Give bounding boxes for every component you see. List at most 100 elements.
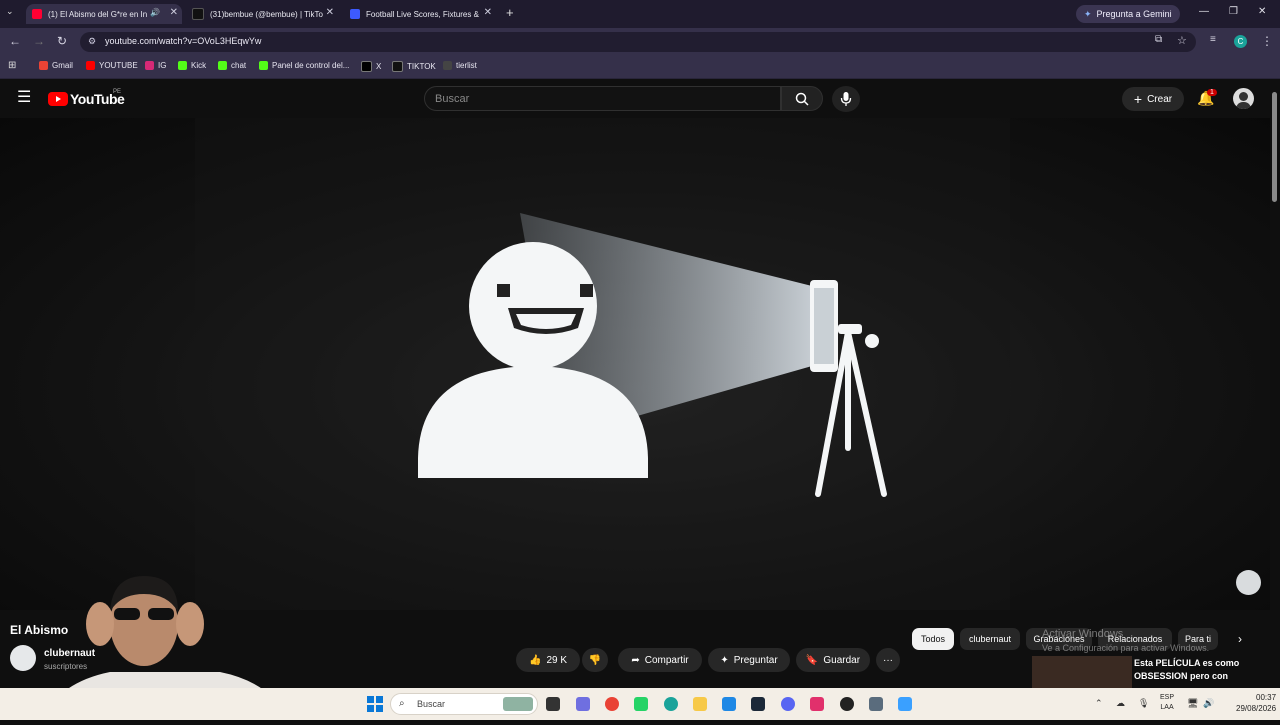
gemini-button[interactable]: ✦ Pregunta a Gemini <box>1076 5 1180 23</box>
ask-button[interactable]: ✦ Preguntar <box>708 648 790 672</box>
site-info-icon[interactable]: ⚙ <box>88 36 96 47</box>
search-icon: ⌕ <box>399 698 405 709</box>
dislike-button[interactable]: 👎 <box>582 648 608 672</box>
tray-chevron-icon[interactable]: ⌃ <box>1095 698 1103 709</box>
speaker-icon[interactable]: 🔊 <box>150 8 160 17</box>
thumbs-down-icon: 👎 <box>588 654 602 666</box>
minimize-button[interactable]: — <box>1199 6 1209 17</box>
apps-grid-icon[interactable]: ⊞ <box>8 60 16 71</box>
tab-tiktok[interactable]: (31)bembue (@bembue) | TikTo ✕ <box>186 4 338 24</box>
bookmark-label: YOUTUBE <box>99 61 138 70</box>
channel-watermark-icon[interactable] <box>1236 570 1261 595</box>
close-icon[interactable]: ✕ <box>484 7 492 18</box>
scrollbar-thumb[interactable] <box>1272 92 1277 202</box>
voice-search-button[interactable] <box>832 86 860 112</box>
taskbar-clock[interactable]: 00:37 29/08/2026 <box>1236 692 1276 714</box>
steam-icon[interactable] <box>751 697 765 711</box>
restore-button[interactable]: ❐ <box>1229 6 1238 17</box>
network-icon[interactable]: 🖥 <box>1187 698 1198 709</box>
instagram-app-icon[interactable] <box>810 697 824 711</box>
keyboard-layout: LAA <box>1160 704 1174 711</box>
g-app-icon[interactable] <box>898 697 912 711</box>
chip-channel[interactable]: clubernaut <box>960 628 1020 650</box>
file-explorer-icon[interactable] <box>693 697 707 711</box>
search-icon <box>795 92 809 106</box>
whatsapp-icon[interactable] <box>634 697 648 711</box>
volume-icon[interactable]: 🔊 <box>1203 698 1214 709</box>
language-code: ESP <box>1160 694 1175 701</box>
tab-football[interactable]: Football Live Scores, Fixtures & ✕ <box>344 4 496 24</box>
bookmark-tiktok[interactable]: TIKTOK <box>392 61 436 72</box>
menu-icon[interactable]: ⋮ <box>1261 34 1273 48</box>
bookmark-label: Panel de control del... <box>272 61 350 70</box>
bookmark-tierlist[interactable]: tierlist <box>443 61 477 70</box>
search-button[interactable] <box>781 86 823 111</box>
tray-mic-icon[interactable]: 🎙 <box>1138 698 1149 709</box>
football-favicon-icon <box>350 9 360 19</box>
new-tab-button[interactable]: + <box>506 5 514 20</box>
close-icon[interactable]: ✕ <box>170 7 178 18</box>
chevron-right-icon[interactable]: › <box>1238 632 1242 646</box>
video-player[interactable] <box>0 118 1270 610</box>
bookmark-chat[interactable]: chat <box>218 61 246 70</box>
task-view-icon[interactable] <box>546 697 560 711</box>
back-icon[interactable]: ← <box>9 34 21 48</box>
browser-profile-icon[interactable] <box>664 697 678 711</box>
share-button[interactable]: ➦ Compartir <box>618 648 702 672</box>
gemini-icon: ✦ <box>1084 8 1092 19</box>
like-button[interactable]: 👍 29 K <box>516 648 580 672</box>
youtube-logo-icon[interactable] <box>48 92 68 106</box>
install-icon[interactable]: ⧉ <box>1155 34 1162 45</box>
bookmark-star-icon[interactable]: ☆ <box>1177 34 1187 47</box>
snipping-tool-icon[interactable] <box>869 697 883 711</box>
bookmark-gmail[interactable]: Gmail <box>39 61 73 70</box>
sparkle-icon: ✦ <box>720 654 729 666</box>
recommended-title[interactable]: Esta PELÍCULA es como OBSESSION pero con <box>1134 657 1254 683</box>
activate-windows-subtitle: Ve a Configuración para activar Windows. <box>1042 643 1210 653</box>
copilot-icon[interactable] <box>576 697 590 711</box>
bookmark-icon: 🔖 <box>805 654 819 666</box>
obs-icon[interactable] <box>840 697 854 711</box>
tray-app-icon[interactable]: ☁ <box>1116 698 1125 709</box>
forward-icon[interactable]: → <box>33 34 45 48</box>
edge-icon[interactable] <box>722 697 736 711</box>
windows-start-icon[interactable] <box>367 696 383 712</box>
profile-avatar[interactable]: C <box>1234 35 1247 48</box>
language-indicator[interactable]: ESP LAA <box>1160 693 1174 713</box>
bookmark-x[interactable]: X <box>361 61 381 72</box>
media-control-icon[interactable]: ≡ <box>1210 34 1216 45</box>
clock-date: 29/08/2026 <box>1236 704 1277 713</box>
reload-icon[interactable]: ↻ <box>57 34 67 48</box>
share-icon: ➦ <box>631 654 640 666</box>
taskbar-search-label: Buscar <box>417 699 446 709</box>
tab-list-icon[interactable]: ⌄ <box>6 6 14 17</box>
taskbar-search[interactable]: ⌕ Buscar <box>390 693 538 715</box>
bookmark-label: IG <box>158 61 167 70</box>
kick-icon <box>218 61 227 70</box>
save-button[interactable]: 🔖 Guardar <box>796 648 870 672</box>
account-avatar[interactable] <box>1233 88 1254 109</box>
url-text[interactable]: youtube.com/watch?v=OVoL3HEqwYw <box>105 36 261 46</box>
close-window-button[interactable]: ✕ <box>1258 6 1266 17</box>
bookmark-panel[interactable]: Panel de control del... <box>259 61 349 70</box>
search-input[interactable]: Buscar <box>424 86 781 111</box>
hamburger-menu-icon[interactable]: ☰ <box>17 90 31 106</box>
bookmark-youtube[interactable]: YOUTUBE <box>86 61 138 70</box>
search-placeholder: Buscar <box>435 93 470 105</box>
bookmark-label: X <box>376 62 382 71</box>
tab-label: Football Live Scores, Fixtures & <box>366 9 479 19</box>
more-actions-button[interactable]: ··· <box>876 648 900 672</box>
chip-todos[interactable]: Todos <box>912 628 954 650</box>
bookmark-label: TIKTOK <box>407 62 436 71</box>
gemini-label: Pregunta a Gemini <box>1096 9 1172 19</box>
region-code: PE <box>113 89 122 95</box>
create-button[interactable]: + Crear <box>1122 87 1184 111</box>
bookmark-ig[interactable]: IG <box>145 61 166 70</box>
bookmark-kick[interactable]: Kick <box>178 61 206 70</box>
tab-youtube[interactable]: (1) El Abismo del G*re en In 🔊 ✕ <box>26 4 182 24</box>
channel-avatar[interactable] <box>10 645 36 671</box>
close-icon[interactable]: ✕ <box>326 7 334 18</box>
recommended-thumbnail[interactable] <box>1032 656 1132 688</box>
discord-icon[interactable] <box>781 697 795 711</box>
chrome-icon[interactable] <box>605 697 619 711</box>
